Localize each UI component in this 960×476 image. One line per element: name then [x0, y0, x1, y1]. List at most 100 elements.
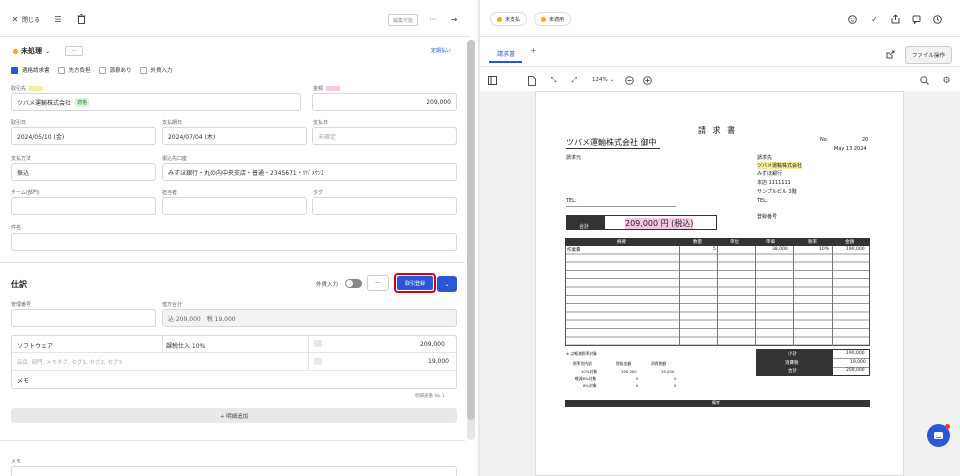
tab-invoice[interactable]: 請求書 — [497, 49, 515, 58]
detail-tags-placeholder[interactable]: 品目, 部門, メモタグ, セグ1, セグ2, セグ3 — [17, 358, 122, 366]
close-button[interactable]: 閉じる — [22, 15, 40, 24]
tax-row3-label: 8%対象 — [583, 383, 597, 388]
owner-label: 担当者 — [162, 190, 178, 196]
col-unit: 単位 — [730, 240, 739, 245]
memo-field[interactable] — [11, 466, 457, 476]
partner-value: ツバメ運輸株式会社 — [17, 99, 72, 107]
qualified-badge: 適格 — [75, 97, 90, 107]
owner-field[interactable] — [162, 197, 307, 215]
foreign-toggle[interactable] — [345, 279, 362, 288]
unapplied-pill[interactable]: 未適用 — [534, 12, 572, 26]
edit-status-badge: 編集可能 — [388, 14, 418, 26]
col-price: 単価 — [766, 240, 775, 245]
team-label: チーム(部門) — [11, 190, 40, 196]
transaction-date-field[interactable]: 2024/05/10 (金) — [11, 127, 156, 145]
subtotal-label: 小計 — [788, 352, 797, 357]
check-icon[interactable]: ✓ — [869, 14, 880, 25]
status-selector[interactable]: 未処理 ⌄ — [13, 46, 50, 56]
tag-field[interactable] — [312, 197, 457, 215]
sidebar-toggle-icon[interactable] — [487, 75, 498, 86]
menu-icon[interactable]: ☰ — [53, 14, 63, 24]
zoom-in-icon[interactable] — [642, 75, 653, 86]
register-transaction-button[interactable]: 取引登録 — [397, 276, 433, 290]
tax-row2-label: 軽減8%対象 — [575, 376, 597, 381]
zoom-level[interactable]: 124% ⌄ — [592, 77, 614, 83]
smiley-icon[interactable] — [847, 14, 858, 25]
due-date-field[interactable]: 2024/07/04 (木) — [162, 127, 307, 145]
withholding-checkbox[interactable] — [98, 66, 106, 74]
register-dropdown-button[interactable]: ⌄ — [437, 276, 457, 292]
expand-icon[interactable]: ⤢ — [569, 75, 580, 86]
journal-row-line-2 — [11, 370, 457, 371]
payment-date-field[interactable]: 未確定 — [312, 127, 457, 145]
periodic-payment-link[interactable]: 定期払い — [431, 47, 451, 54]
gear-icon[interactable]: ⚙ — [941, 75, 952, 86]
chevron-down-icon: ⌄ — [609, 77, 615, 83]
zoom-out-icon[interactable] — [624, 75, 635, 86]
debit-total-field: 込 209,000 税 19,000 — [162, 309, 457, 327]
bank-account-field[interactable]: みずほ銀行・丸の内中央支店・普通・2345671・ﾂﾊﾞﾒｳﾝﾕ — [162, 163, 457, 181]
invoice-total-label: 合計 — [579, 224, 590, 230]
add-detail-button[interactable]: + 明細追加 — [11, 408, 457, 423]
file-operations-button[interactable]: ファイル操作 — [905, 46, 952, 64]
unpaid-label: 未支払 — [505, 16, 521, 23]
counterparty-burden-label: 先方負担 — [68, 68, 91, 74]
foreign-currency-label: 外貨入力 — [150, 68, 173, 74]
row-memo-label[interactable]: メモ — [17, 376, 29, 385]
payment-method-value: 振込 — [17, 169, 30, 177]
search-icon[interactable] — [919, 75, 930, 86]
share-icon[interactable] — [890, 13, 901, 24]
invoice-company-underline — [566, 148, 660, 149]
foreign-currency-checkbox[interactable] — [139, 66, 147, 74]
tab-add-button[interactable]: + — [530, 46, 537, 55]
billto-reg-no: 登録番号 — [757, 214, 778, 220]
journal-bottom-divider — [0, 440, 465, 441]
invoice-no-label: No. — [820, 137, 829, 143]
chevron-down-icon: ⌄ — [444, 280, 450, 288]
trash-icon[interactable] — [76, 13, 86, 25]
items-vline-4 — [793, 246, 794, 346]
subject-field[interactable] — [11, 233, 457, 251]
comment-icon[interactable] — [911, 14, 922, 25]
tax-category-value[interactable]: 課税仕入 10% — [166, 341, 205, 350]
fit-page-icon[interactable]: ⤡ — [548, 75, 559, 86]
tabs-divider — [480, 66, 960, 67]
close-icon[interactable]: ✕ — [10, 14, 20, 24]
billto-bank: みずほ銀行 — [757, 171, 783, 177]
journal-more-button[interactable]: ··· — [367, 275, 389, 291]
debit-total-label: 借方合計 — [162, 302, 183, 308]
left-scrollbar-thumb[interactable] — [467, 40, 475, 420]
account-label: 振込先口座 — [162, 156, 188, 162]
counterparty-burden-checkbox[interactable] — [57, 66, 65, 74]
right-header-divider — [480, 36, 960, 37]
tax-total-value: 19,000 — [850, 360, 866, 365]
due-label: 支払期日 — [162, 120, 183, 126]
row-tax-value[interactable]: 19,000 — [428, 358, 449, 365]
journal-row-vline-2 — [308, 335, 309, 370]
unpaid-pill[interactable]: 未支払 — [490, 12, 528, 26]
payment-method-field[interactable]: 振込 — [11, 163, 156, 181]
more-horizontal-icon[interactable]: ⋯ — [428, 14, 438, 24]
page-icon[interactable] — [527, 75, 537, 86]
withholding-label: 源泉あり — [109, 68, 132, 74]
status-more-button[interactable]: ··· — [65, 46, 83, 56]
col-tax-rate: 税率 — [808, 240, 817, 245]
partner-field[interactable]: ツバメ運輸株式会社 適格 — [11, 93, 301, 111]
row1-price: 38,000 — [772, 247, 788, 252]
history-icon[interactable] — [932, 14, 943, 25]
row-amount-value[interactable]: 209,000 — [420, 341, 445, 348]
partner-label: 取引先 — [11, 85, 44, 92]
detail-note-no: No.1 — [434, 394, 445, 399]
qualified-invoice-checkbox[interactable] — [11, 66, 18, 74]
subtotal-value: 190,000 — [846, 351, 865, 356]
arrow-right-icon[interactable]: → — [448, 13, 460, 25]
invoice-no-value: 20 — [862, 137, 869, 143]
debit-total-value: 込 209,000 税 19,000 — [168, 315, 236, 323]
account-title-value[interactable]: ソフトウェア — [17, 341, 53, 350]
invoice-total-value: 209,000 円 (税込) — [625, 218, 694, 229]
amount-field[interactable]: 209,000 — [312, 93, 457, 111]
mgmt-no-field[interactable] — [11, 309, 156, 327]
team-field[interactable] — [11, 197, 156, 215]
billto-bldg: サンプルビル 3階 — [757, 189, 797, 195]
external-link-icon[interactable] — [885, 49, 896, 60]
